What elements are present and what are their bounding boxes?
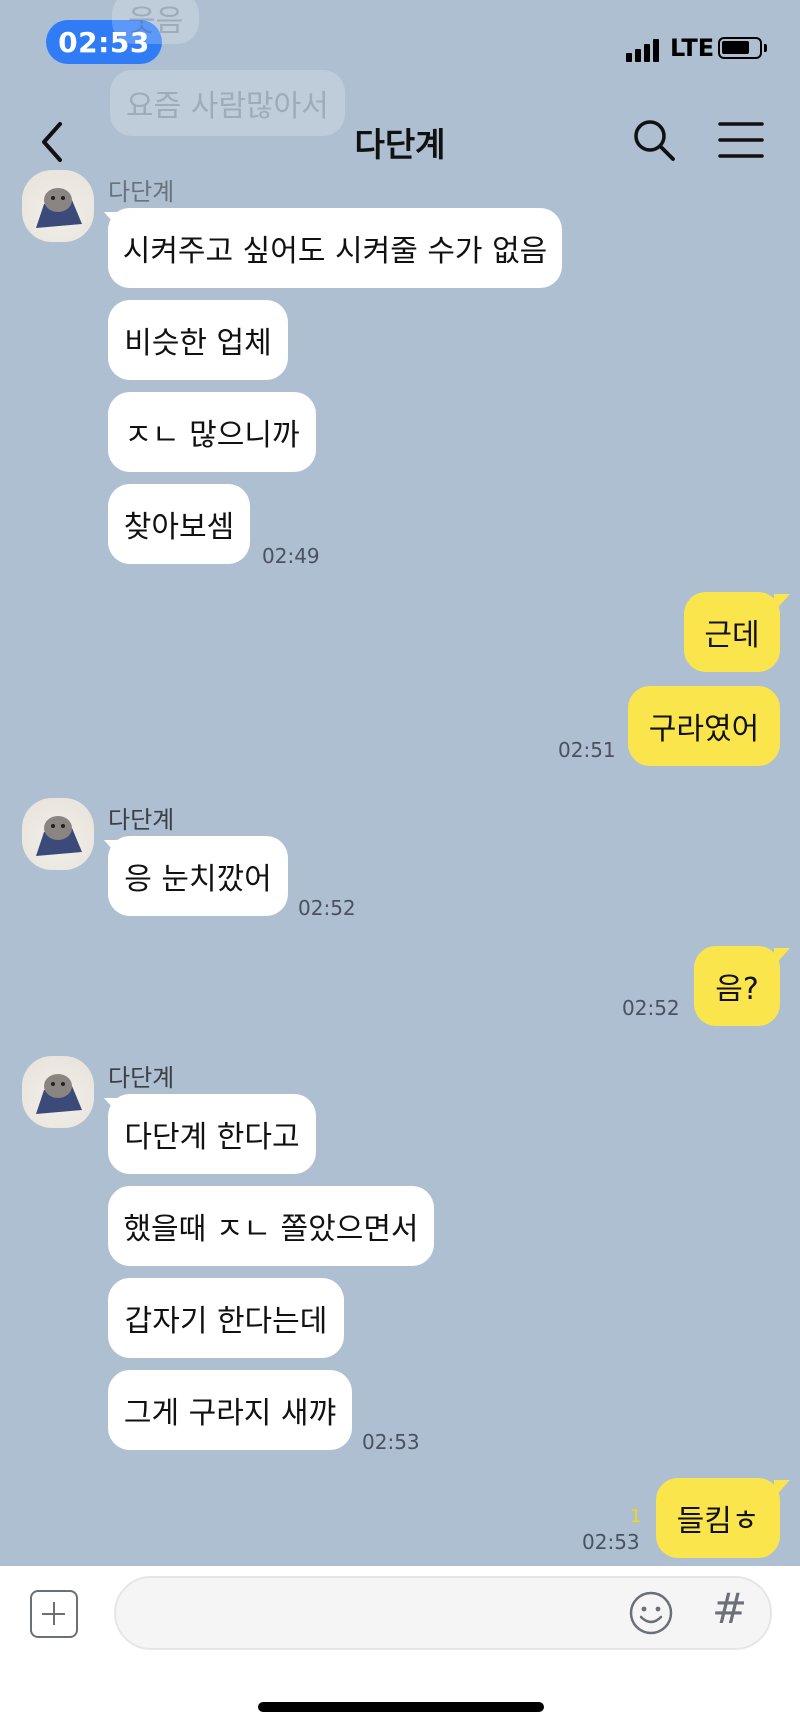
- home-indicator: [258, 1702, 544, 1712]
- message-time: 02:53: [582, 1530, 640, 1554]
- message-bubble[interactable]: 응 눈치깠어: [108, 836, 288, 916]
- message-bubble[interactable]: ㅈㄴ 많으니까: [108, 392, 316, 472]
- message-time: 02:52: [298, 896, 356, 920]
- chat-title: 다단계: [354, 125, 446, 164]
- avatar[interactable]: [22, 798, 94, 870]
- message-time: 02:53: [362, 1430, 420, 1454]
- message-bubble[interactable]: 갑자기 한다는데: [108, 1278, 344, 1358]
- bubble-tail: [774, 594, 790, 612]
- message-bubble[interactable]: 시켜주고 싶어도 시켜줄 수가 없음: [108, 208, 562, 288]
- hash-icon[interactable]: #: [712, 1584, 747, 1633]
- message-time: 02:52: [622, 996, 680, 1020]
- sender-name: 다단계: [108, 1064, 175, 1092]
- bubble-tail: [774, 948, 790, 966]
- signal-icon: [626, 38, 659, 62]
- sender-name: 다단계: [108, 178, 175, 206]
- my-message-bubble[interactable]: 들킴ㅎ: [656, 1478, 780, 1558]
- avatar[interactable]: [22, 170, 94, 242]
- my-message-bubble[interactable]: 음?: [694, 946, 780, 1026]
- message-bubble[interactable]: 비슷한 업체: [108, 300, 288, 380]
- network-type: LTE: [670, 34, 715, 62]
- my-message-bubble[interactable]: 구라였어: [628, 686, 780, 766]
- battery-icon: [718, 37, 762, 59]
- ghost-bubble: 웃음: [112, 0, 200, 44]
- message-bubble[interactable]: 다단계 한다고: [108, 1094, 316, 1174]
- message-bubble[interactable]: 찾아보셈: [108, 484, 250, 564]
- sender-name: 다단계: [108, 806, 175, 834]
- search-icon[interactable]: [632, 118, 676, 162]
- my-message-bubble[interactable]: 근데: [684, 592, 780, 672]
- message-time: 02:49: [262, 544, 320, 568]
- hamburger-menu-icon[interactable]: [718, 120, 764, 160]
- battery-tip: [764, 44, 767, 52]
- plus-icon[interactable]: [30, 1590, 78, 1638]
- unread-count: 1: [630, 1506, 642, 1527]
- message-bubble[interactable]: 그게 구라지 새꺄: [108, 1370, 352, 1450]
- message-time: 02:51: [558, 738, 616, 762]
- bubble-tail: [774, 1480, 790, 1498]
- emoji-icon[interactable]: [628, 1590, 674, 1636]
- avatar[interactable]: [22, 1056, 94, 1128]
- message-bubble[interactable]: 했을때 ㅈㄴ 쫄았으면서: [108, 1186, 434, 1266]
